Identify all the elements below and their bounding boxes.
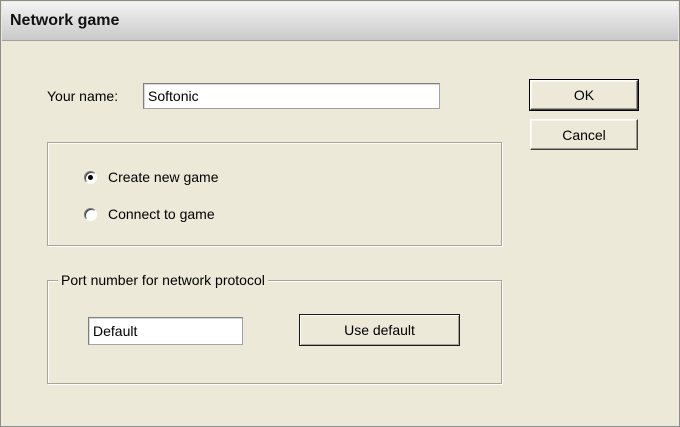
- create-new-game-radio[interactable]: [84, 170, 97, 184]
- radio-selected-dot: [88, 174, 93, 180]
- window-title: Network game: [10, 12, 120, 29]
- use-default-button[interactable]: Use default: [299, 314, 460, 346]
- connect-to-game-label: Connect to game: [108, 206, 215, 222]
- create-new-game-label: Create new game: [108, 169, 219, 185]
- connect-to-game-option[interactable]: Connect to game: [84, 206, 215, 222]
- game-mode-group: Create new game Connect to game: [47, 142, 502, 246]
- create-new-game-option[interactable]: Create new game: [84, 169, 219, 185]
- port-number-group: Port number for network protocol Use def…: [47, 272, 502, 384]
- port-group-label: Port number for network protocol: [58, 272, 268, 288]
- title-bar[interactable]: Network game: [2, 2, 678, 41]
- connect-to-game-radio[interactable]: [84, 207, 97, 221]
- your-name-label: Your name:: [47, 88, 119, 104]
- ok-button[interactable]: OK: [529, 79, 639, 111]
- port-number-input[interactable]: [88, 317, 243, 345]
- cancel-button[interactable]: Cancel: [530, 119, 638, 150]
- your-name-input[interactable]: [143, 83, 440, 109]
- network-game-dialog: Network game Your name: OK Cancel Create…: [0, 0, 680, 427]
